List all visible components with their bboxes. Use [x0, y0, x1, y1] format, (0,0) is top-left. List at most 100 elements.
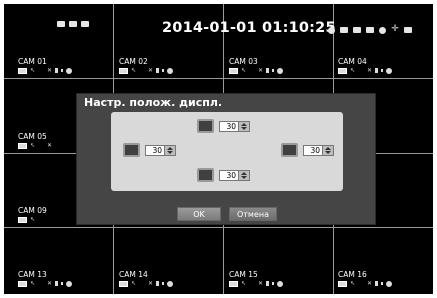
motion-icon: ↖ [30, 66, 36, 74]
motion-icon: ↖ [241, 279, 247, 287]
record-icon [81, 21, 89, 27]
grid-line-h3 [4, 227, 433, 228]
arrow-down-icon[interactable] [167, 151, 173, 154]
lock-icon [366, 27, 374, 33]
grid-line-h1 [4, 78, 433, 79]
top-value-field[interactable]: 30 [219, 121, 239, 132]
record-status-icon [18, 67, 27, 74]
bar-icon [162, 282, 165, 285]
bar-icon [381, 282, 384, 285]
motion-icon: ↖ [350, 66, 356, 74]
left-position-icon [123, 143, 140, 157]
sensor-icon: ✕ [47, 141, 53, 149]
camera-label: CAM 14 [119, 270, 148, 279]
record-status-icon [119, 280, 128, 287]
camera-label: CAM 13 [18, 270, 47, 279]
ptz-icon: ✛ [391, 24, 399, 34]
motion-icon: ↖ [131, 66, 137, 74]
ptz-status-icon [386, 280, 393, 287]
menu-icon[interactable] [404, 27, 412, 33]
camera-label: CAM 16 [338, 270, 367, 279]
bar-icon [61, 282, 64, 285]
camera-tile-04[interactable]: CAM 04 ↖ ✕ [338, 57, 393, 74]
right-spinner[interactable]: 30 [303, 145, 334, 156]
left-spinner[interactable]: 30 [145, 145, 176, 156]
ptz-status-icon [167, 280, 174, 287]
motion-icon: ↖ [131, 279, 137, 287]
record-status-icon [119, 67, 128, 74]
datetime: 2014-01-01 01:10:25 [162, 20, 336, 36]
bottom-spin-arrows[interactable] [239, 170, 250, 181]
camera-label: CAM 09 [18, 206, 47, 215]
status-icons-right: ✛ [328, 24, 412, 34]
audio-icon [266, 68, 270, 73]
camera-tile-03[interactable]: CAM 03 ↖ ✕ [229, 57, 284, 74]
top-spin-arrows[interactable] [239, 121, 250, 132]
ptz-status-icon [66, 67, 73, 74]
camera-label: CAM 02 [119, 57, 148, 66]
bar-icon [272, 282, 275, 285]
sensor-icon: ✕ [47, 66, 53, 74]
camera-tile-02[interactable]: CAM 02 ↖ ✕ [119, 57, 174, 74]
sensor-icon: ✕ [367, 66, 373, 74]
right-position-icon [281, 143, 298, 157]
camera-tile-01[interactable]: CAM 01 ↖ ✕ [18, 57, 73, 74]
camera-label: CAM 03 [229, 57, 258, 66]
motion-icon: ↖ [241, 66, 247, 74]
arrow-up-icon[interactable] [167, 147, 173, 150]
ptz-status-icon [386, 67, 393, 74]
camera-tile-09[interactable]: CAM 09 ↖ [18, 206, 47, 223]
arrow-up-icon[interactable] [241, 172, 247, 175]
record-status-icon [229, 280, 238, 287]
ptz-status-icon [167, 67, 174, 74]
camera-tile-15[interactable]: CAM 15 ↖ ✕ [229, 270, 284, 287]
record-status-icon [18, 216, 27, 223]
right-value-field[interactable]: 30 [303, 145, 323, 156]
network-icon [69, 21, 77, 27]
bar-icon [61, 69, 64, 72]
zoom-icon [379, 26, 386, 34]
camera-tile-14[interactable]: CAM 14 ↖ ✕ [119, 270, 174, 287]
left-value-field[interactable]: 30 [145, 145, 165, 156]
bar-icon [162, 69, 165, 72]
right-spin-arrows[interactable] [323, 145, 334, 156]
hdd-icon [57, 21, 65, 27]
storage-icon [340, 27, 348, 33]
audio-icon [156, 68, 160, 73]
audio-icon [375, 68, 379, 73]
position-panel: 30 30 30 30 [111, 112, 343, 191]
arrow-up-icon[interactable] [325, 147, 331, 150]
record-status-icon [338, 67, 347, 74]
cancel-button[interactable]: Отмена [229, 207, 277, 221]
left-spin-arrows[interactable] [165, 145, 176, 156]
camera-label: CAM 04 [338, 57, 367, 66]
audio-icon [156, 281, 160, 286]
bottom-value-field[interactable]: 30 [219, 170, 239, 181]
motion-icon: ↖ [30, 279, 36, 287]
sensor-icon: ✕ [47, 279, 53, 287]
bar-icon [272, 69, 275, 72]
sensor-icon: ✕ [258, 279, 264, 287]
status-icons-left [57, 21, 89, 27]
arrow-down-icon[interactable] [241, 176, 247, 179]
bottom-spinner[interactable]: 30 [219, 170, 250, 181]
arrow-down-icon[interactable] [241, 127, 247, 130]
arrow-down-icon[interactable] [325, 151, 331, 154]
camera-tile-13[interactable]: CAM 13 ↖ ✕ [18, 270, 73, 287]
camera-tile-05[interactable]: CAM 05 ↖ ✕ [18, 132, 52, 149]
top-spinner[interactable]: 30 [219, 121, 250, 132]
ptz-status-icon [66, 280, 73, 287]
record-status-icon [18, 142, 27, 149]
ptz-status-icon [277, 280, 284, 287]
motion-icon: ↖ [30, 215, 36, 223]
camera-tile-16[interactable]: CAM 16 ↖ ✕ [338, 270, 393, 287]
display-position-dialog: Настр. полож. диспл. 30 30 30 30 OK Отме… [76, 93, 376, 225]
record-status-icon [229, 67, 238, 74]
ok-button[interactable]: OK [177, 207, 221, 221]
bar-icon [381, 69, 384, 72]
camera-label: CAM 05 [18, 132, 47, 141]
motion-icon: ↖ [30, 141, 36, 149]
record-status-icon [338, 280, 347, 287]
top-position-icon [197, 119, 214, 133]
arrow-up-icon[interactable] [241, 123, 247, 126]
